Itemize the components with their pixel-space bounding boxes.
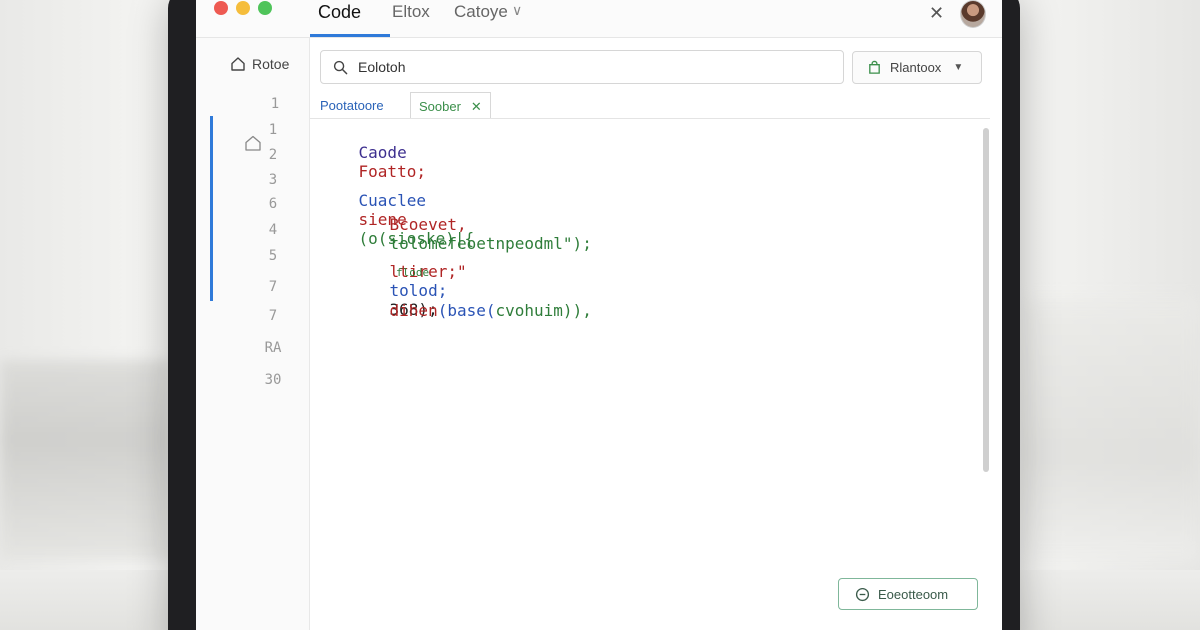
gutter-accent-bar xyxy=(210,116,213,301)
line-number: 7 xyxy=(268,308,278,324)
minus-circle-icon xyxy=(855,587,870,601)
chevron-down-icon[interactable]: ∨ xyxy=(512,2,522,19)
tab-editor[interactable]: Eltox xyxy=(392,2,430,22)
maximize-window-button[interactable] xyxy=(258,1,272,15)
line-number: 1 xyxy=(270,96,280,112)
line-number: RA xyxy=(264,340,282,356)
line-number: 6 xyxy=(268,196,278,212)
app-screen: Code Eltox Catoye ∨ ✕ Rotoe 1 1 2 3 6 4 … xyxy=(196,0,1002,630)
line-number: 2 xyxy=(268,147,278,163)
code-token: Caode xyxy=(358,143,407,162)
code-token: (base( xyxy=(437,301,496,320)
code-token: cvohuim)), xyxy=(495,301,592,320)
toolbar-dropdown-label: Rlantoox xyxy=(890,60,942,75)
line-number: 30 xyxy=(264,372,282,388)
home-button[interactable]: Rotoe xyxy=(230,56,289,72)
file-tab-2[interactable]: Soober ✕ xyxy=(410,92,491,119)
close-icon[interactable]: ✕ xyxy=(929,3,944,24)
footer-action-button[interactable]: Eoeotteoom xyxy=(838,578,978,610)
avatar[interactable] xyxy=(960,0,986,28)
line-number: 1 xyxy=(268,122,278,138)
title-bar: Code Eltox Catoye ∨ ✕ xyxy=(196,0,1002,38)
editor-divider xyxy=(310,118,990,119)
line-number: 3 xyxy=(268,172,278,188)
footer-action-label: Eoeotteoom xyxy=(878,586,949,602)
search-icon xyxy=(333,60,348,74)
code-annotation: flode xyxy=(396,266,430,279)
toolbar-dropdown-button[interactable]: Rlantoox ▼ xyxy=(852,51,982,84)
minimize-window-button[interactable] xyxy=(236,1,250,15)
background-shelf-left xyxy=(0,360,170,560)
sidebar: Rotoe 1 1 2 3 6 4 5 7 7 RA 30 xyxy=(196,38,310,630)
bag-icon xyxy=(869,60,880,74)
code-line-5[interactable]: dihen(base(cvohuim)), xyxy=(351,282,592,339)
line-number: 7 xyxy=(268,279,278,295)
line-number: 5 xyxy=(268,248,278,264)
active-tab-indicator xyxy=(310,34,390,37)
tab-category[interactable]: Catoye xyxy=(454,2,508,22)
home-label: Rotoe xyxy=(252,56,290,72)
background-shelf-right xyxy=(1020,300,1200,560)
tab-code[interactable]: Code xyxy=(318,2,361,23)
search-value: Eolotoh xyxy=(358,59,406,75)
code-token: Bcoevet, xyxy=(389,215,467,234)
file-tab-1[interactable]: Pootatoore xyxy=(312,92,392,119)
file-tab-label: Pootatoore xyxy=(320,98,384,113)
line-number: 4 xyxy=(268,222,278,238)
file-tab-label: Soober xyxy=(419,99,461,114)
code-token: dihen xyxy=(389,301,438,320)
close-tab-icon[interactable]: ✕ xyxy=(471,99,482,118)
search-input[interactable]: Eolotoh xyxy=(320,50,844,84)
caret-down-icon: ▼ xyxy=(953,62,964,73)
home-icon xyxy=(231,57,245,71)
close-window-button[interactable] xyxy=(214,1,228,15)
editor-scrollbar[interactable] xyxy=(983,128,989,472)
